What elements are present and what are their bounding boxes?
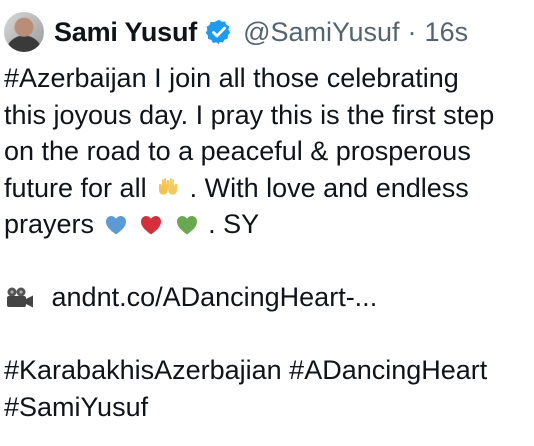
tweet-link[interactable]: andnt.co/ADancingHeart-... — [52, 282, 378, 312]
tweet-line-1: #Azerbaijan I join all those celebrating — [4, 63, 459, 93]
tweet-line-5: prayers . SY — [4, 206, 532, 243]
line-5-end: . SY — [208, 209, 260, 239]
tweet-timestamp[interactable]: 16s — [425, 17, 469, 48]
hashtags-line-2[interactable]: #SamiYusuf — [4, 389, 532, 426]
tweet-line-2: this joyous day. I pray this is the firs… — [4, 99, 495, 130]
verified-badge-icon — [205, 19, 231, 45]
tweet-header: Sami Yusuf @SamiYusuf · 16s — [4, 12, 468, 52]
tweet-line-4: future for all . With love and endless — [4, 170, 532, 207]
author-handle[interactable]: @SamiYusuf — [243, 17, 399, 48]
line-5-start: prayers — [4, 209, 95, 239]
hashtags-line-1[interactable]: #KarabakhisAzerbajian #ADancingHeart — [4, 352, 532, 389]
tweet-link-line: andnt.co/ADancingHeart-... — [4, 279, 532, 316]
tweet-card: Sami Yusuf @SamiYusuf · 16s #Azerbaijan … — [0, 0, 534, 446]
author-name[interactable]: Sami Yusuf — [54, 17, 197, 48]
tweet-line-3: on the road to a peaceful & prosperous — [4, 136, 471, 166]
separator-dot: · — [407, 16, 417, 47]
green-heart-emoji — [176, 216, 197, 235]
avatar[interactable] — [4, 12, 44, 52]
line-4-end: . With love and endless — [189, 172, 469, 203]
movie-camera-emoji — [7, 287, 33, 308]
raised-hands-emoji — [159, 177, 178, 195]
line-4-start: future for all — [4, 172, 147, 203]
red-heart-emoji — [141, 216, 162, 235]
blue-heart-emoji — [105, 216, 126, 235]
tweet-text: #Azerbaijan I join all those celebrating… — [4, 60, 532, 425]
